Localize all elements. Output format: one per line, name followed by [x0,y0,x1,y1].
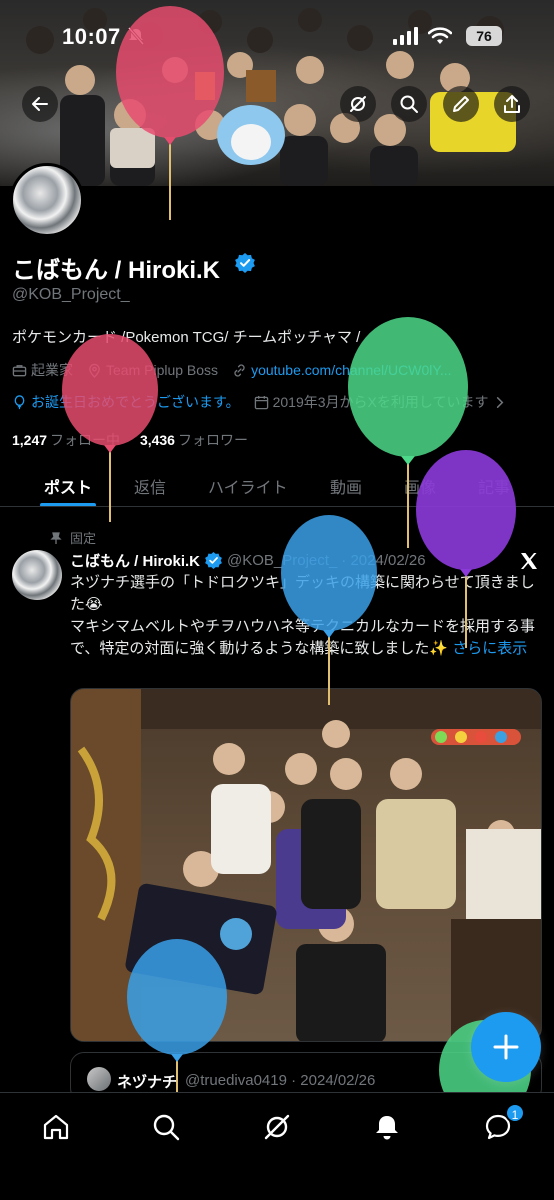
share-button[interactable] [494,86,530,122]
bell-mute-icon [127,27,145,45]
link-icon [234,363,245,377]
profile-birthday[interactable]: お誕生日おめでとうございます。 [31,392,240,412]
cellular-signal-icon [393,27,418,45]
post-author-handle[interactable]: @KOB_Project_ [227,552,337,569]
grok-nav-icon[interactable] [262,1112,292,1142]
pinned-text: 固定 [70,531,97,546]
plus-icon [493,1034,519,1060]
post-text-line-1: ネヅナチ選手の「トドロクツキ」デッキの構築に関わらせて頂きました😭 [70,574,535,613]
search-icon [400,95,418,113]
post-header: こばもん / Hiroki.K @KOB_Project_ · 2024/02/… [70,550,426,571]
tab-articles[interactable]: 記事 [478,474,510,498]
bell-icon[interactable] [372,1112,402,1142]
profile-avatar[interactable] [10,163,84,237]
verified-icon[interactable] [235,253,255,273]
profile-job: 起業家 [31,362,73,378]
following-label: フォロー中 [50,432,121,448]
profile-website-link[interactable]: youtube.com/channel/UCW0lY... [251,362,452,378]
edit-icon [453,96,469,112]
quote-author-avatar [87,1067,111,1091]
profile-tabs: ポスト 返信 ハイライト 動画 画像 記事 [0,466,554,507]
profile-bio: ポケモンカード /Pokemon TCG/ チームポッチャマ / [12,329,361,346]
post-image[interactable] [70,688,542,1042]
tab-highlights[interactable]: ハイライト [208,474,288,498]
edit-button[interactable] [443,86,479,122]
quote-author-handle: @truediva0419 · 2024/02/26 [185,1072,376,1089]
balloon-icon [14,394,25,409]
battery-indicator: 76 [466,26,502,46]
profile-joined: 2019年3月からXを利用しています [272,394,489,410]
pinned-label: 固定 [50,528,96,547]
grok-icon [350,96,366,112]
search-button[interactable] [391,86,427,122]
followers-count: 3,436 [139,432,175,448]
followers-link[interactable]: 3,436 フォロワー [140,432,248,448]
status-time: 10:07 [62,24,121,49]
quote-author-name: ネヅナチ [117,1074,178,1091]
verified-icon [205,552,222,569]
balloon-green [348,317,468,548]
profile-location: Team Piplup Boss [106,362,219,378]
profile-meta-row-2: お誕生日おめでとうございます。 2019年3月からXを利用しています [12,392,511,412]
back-icon [32,97,48,111]
show-more-link[interactable]: さらに表示 [452,640,527,657]
followers-label: フォロワー [177,432,248,448]
status-bar: 10:07 76 [0,0,554,66]
post-author-avatar[interactable] [12,550,62,600]
profile-banner[interactable]: 10:07 76 [0,0,554,186]
briefcase-icon [12,364,27,376]
chevron-right-icon[interactable] [492,395,507,410]
explore-icon[interactable] [151,1112,181,1142]
post-author-name[interactable]: こばもん / Hiroki.K [70,550,200,571]
profile-meta-row-1: 起業家 Team Piplup Boss youtube.com/channel… [12,360,452,380]
back-button[interactable] [22,86,58,122]
x-logo-icon [521,553,537,569]
profile-handle: @KOB_Project_ [12,286,130,303]
compose-post-button[interactable] [471,1012,541,1082]
tab-posts[interactable]: ポスト [44,474,92,498]
location-icon [89,363,100,378]
pin-icon [50,531,62,544]
tabs-divider [0,506,554,507]
following-link[interactable]: 1,247 フォロー中 [12,432,120,448]
post-date: · 2024/02/26 [341,552,426,569]
wifi-icon [428,27,452,44]
grok-button[interactable] [340,86,376,122]
following-count: 1,247 [12,432,48,448]
home-icon[interactable] [41,1112,71,1142]
profile-display-name: こばもん / Hiroki.K [12,257,221,284]
tab-videos[interactable]: 動画 [330,474,362,498]
post-photo [71,689,541,1041]
messages-badge: 1 [505,1103,525,1123]
bottom-navigation [0,1092,554,1200]
follow-stats: 1,247 フォロー中 3,436 フォロワー [12,430,248,450]
post-body: ネヅナチ選手の「トドロクツキ」デッキの構築に関わらせて頂きました😭 マキシマムベ… [70,572,544,660]
tab-photos[interactable]: 画像 [404,474,436,498]
calendar-icon [254,395,268,409]
tab-replies[interactable]: 返信 [134,474,166,498]
share-icon [504,95,520,113]
